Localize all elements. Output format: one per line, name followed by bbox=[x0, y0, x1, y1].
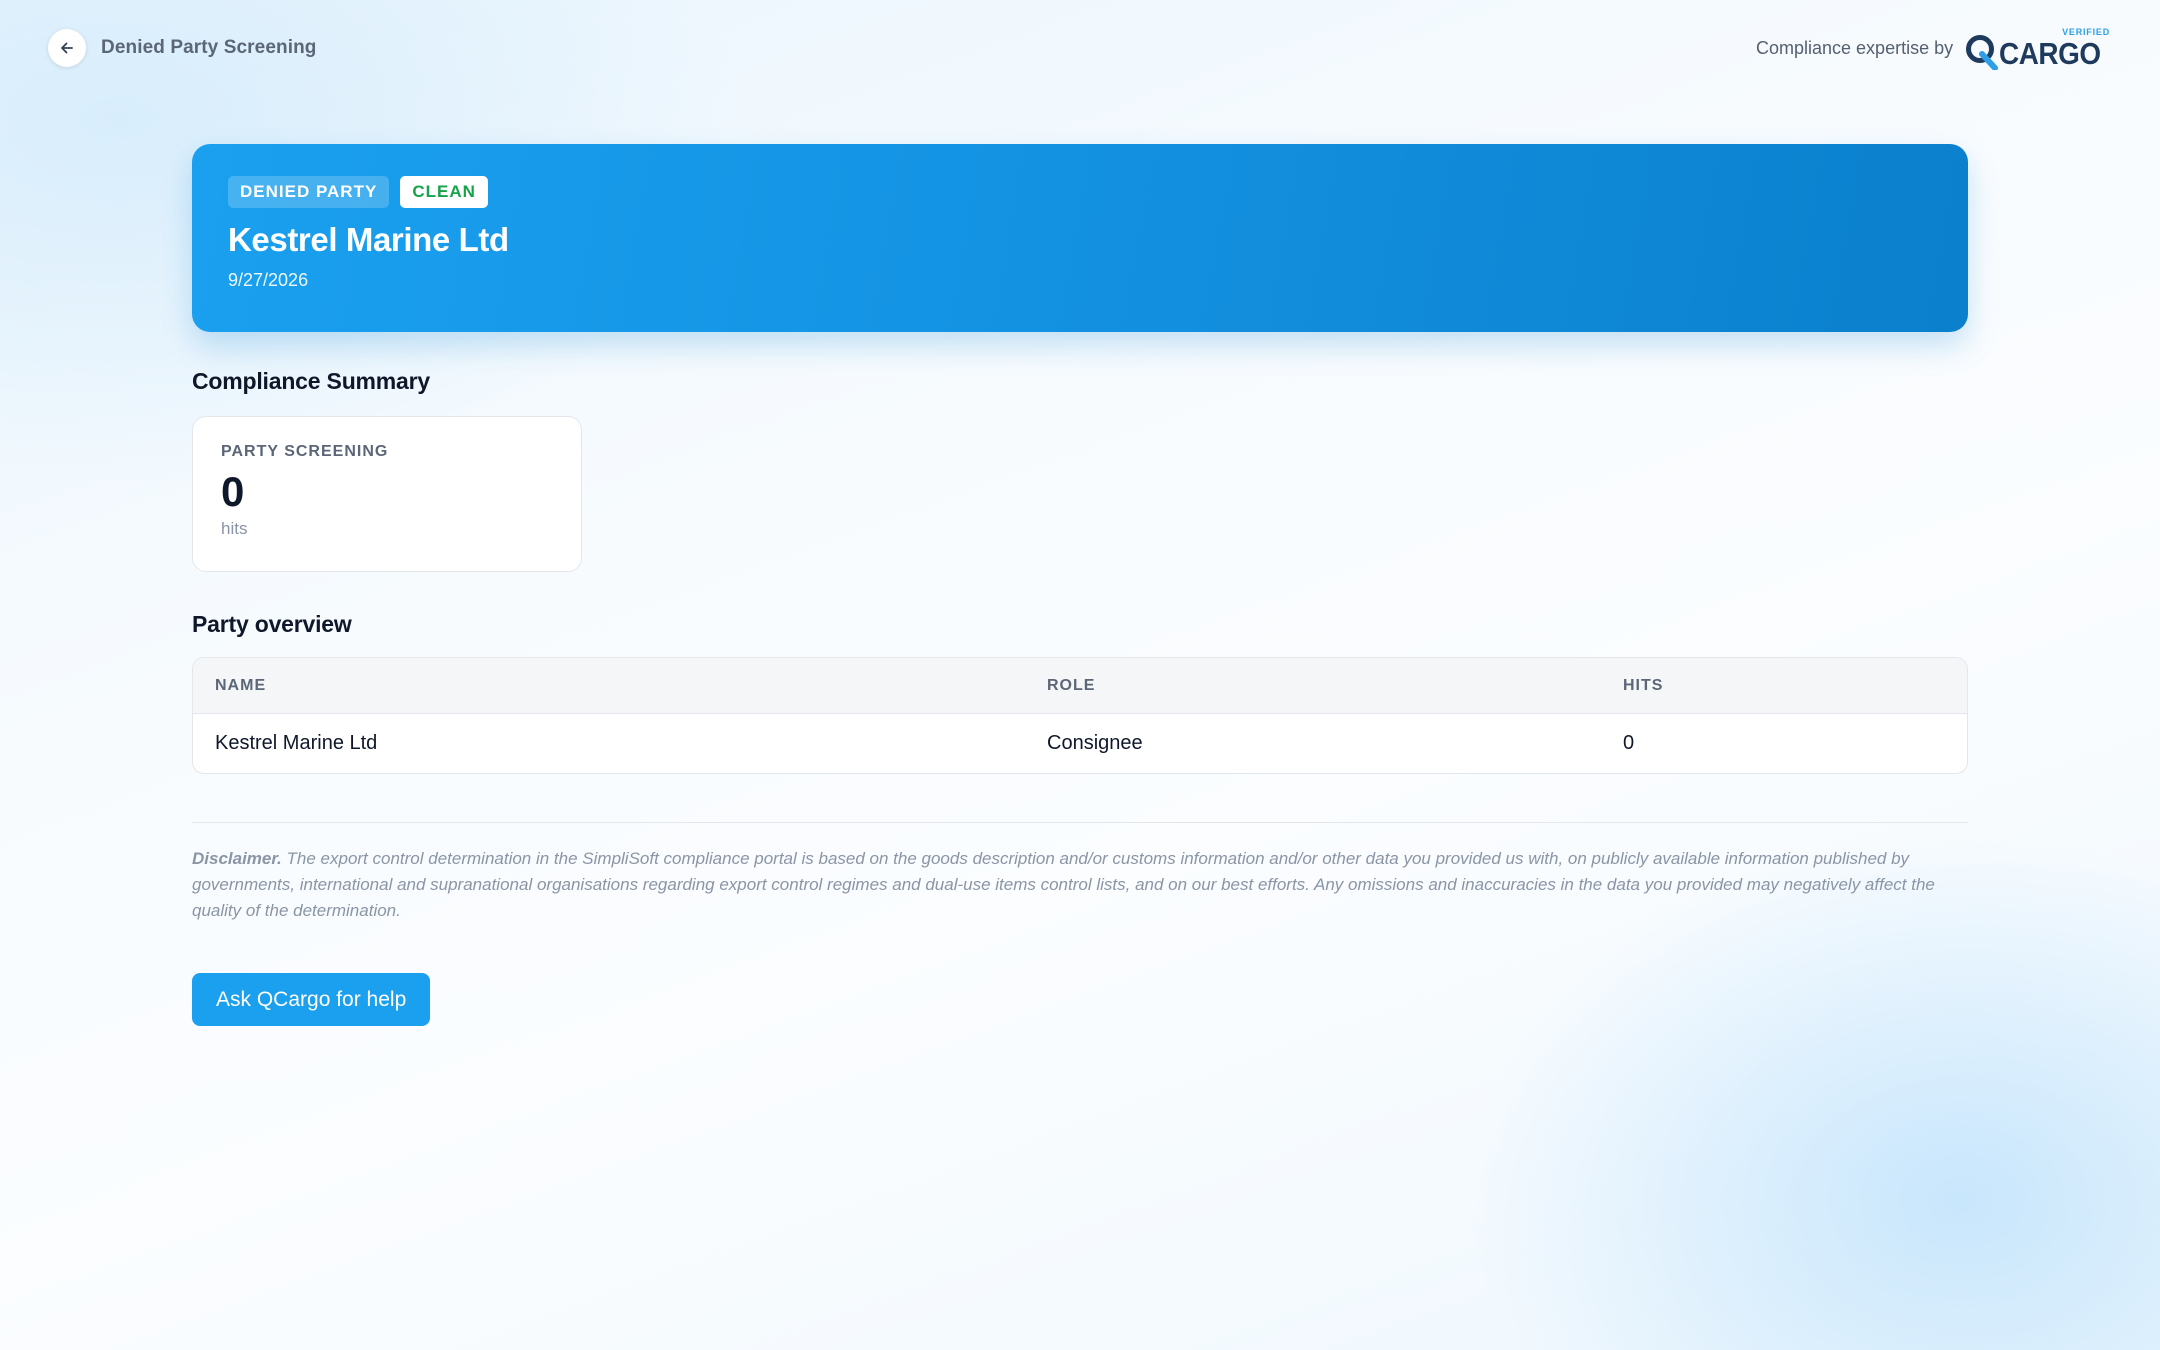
type-badge: DENIED PARTY bbox=[228, 176, 390, 208]
metric-unit: hits bbox=[221, 519, 248, 539]
brand-name: CARGO bbox=[1999, 36, 2101, 71]
party-overview-heading: Party overview bbox=[192, 611, 352, 637]
compliance-summary-heading: Compliance Summary bbox=[192, 368, 430, 394]
screening-date: 9/27/2026 bbox=[228, 270, 309, 290]
status-badge: CLEAN bbox=[400, 176, 488, 208]
cell-role: Consignee bbox=[1047, 732, 1143, 754]
page-title: Denied Party Screening bbox=[101, 37, 317, 58]
column-header-name: NAME bbox=[215, 676, 267, 694]
party-overview-table: NAME ROLE HITS Kestrel Marine Ltd Consig… bbox=[192, 657, 1968, 774]
disclaimer-label: Disclaimer. bbox=[192, 849, 282, 868]
table-header-row: NAME ROLE HITS bbox=[193, 658, 1967, 714]
party-screening-card: PARTY SCREENING 0 hits bbox=[192, 416, 582, 572]
qcargo-q-logo-icon bbox=[1966, 35, 1999, 70]
party-hero-card: DENIED PARTY CLEAN Kestrel Marine Ltd 9/… bbox=[192, 144, 1968, 332]
expertise-text: Compliance expertise by bbox=[1756, 37, 1954, 58]
column-header-role: ROLE bbox=[1047, 676, 1096, 694]
back-button[interactable] bbox=[48, 29, 86, 67]
qcargo-logo[interactable]: VERIFIED CARGO bbox=[1965, 26, 2112, 70]
cell-hits: 0 bbox=[1623, 732, 1635, 754]
party-name-title: Kestrel Marine Ltd bbox=[228, 221, 509, 258]
disclaimer-text: Disclaimer. The export control determina… bbox=[192, 846, 1968, 924]
header-right: Compliance expertise by VERIFIED CARGO bbox=[1756, 26, 2112, 70]
hero-badges: DENIED PARTY CLEAN bbox=[228, 176, 1932, 208]
header-left: Denied Party Screening bbox=[48, 29, 317, 67]
cell-name: Kestrel Marine Ltd bbox=[215, 732, 378, 754]
metric-value: 0 bbox=[221, 468, 245, 515]
ask-qcargo-help-button[interactable]: Ask QCargo for help bbox=[192, 973, 431, 1026]
column-header-hits: HITS bbox=[1623, 676, 1664, 694]
top-bar: Denied Party Screening Compliance expert… bbox=[48, 26, 2112, 70]
table-row[interactable]: Kestrel Marine Ltd Consignee 0 bbox=[193, 714, 1967, 773]
metric-label: PARTY SCREENING bbox=[221, 443, 389, 460]
disclaimer-body: The export control determination in the … bbox=[192, 849, 1935, 920]
divider bbox=[192, 822, 1968, 823]
arrow-left-icon bbox=[61, 42, 73, 54]
